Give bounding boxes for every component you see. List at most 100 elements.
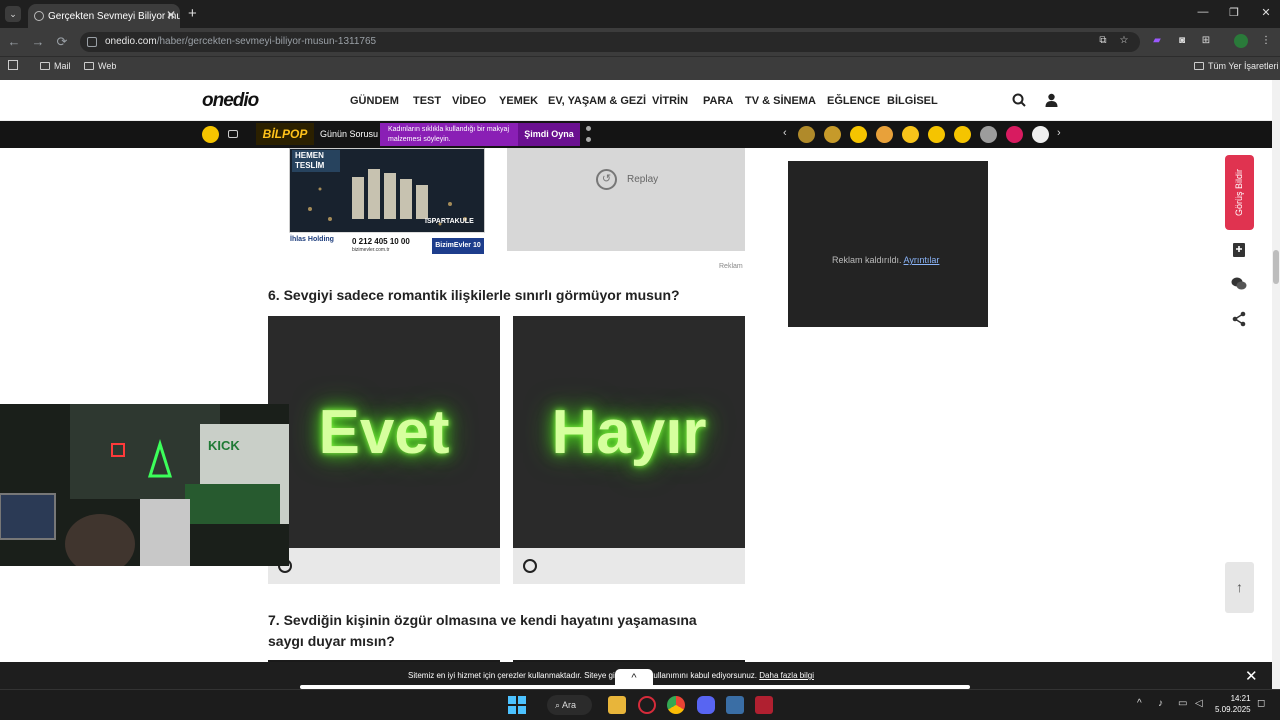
emoji-face-icon[interactable] xyxy=(202,126,219,143)
comments-icon[interactable] xyxy=(1231,276,1247,292)
ad-hemen-teslim: HEMEN TESLİM xyxy=(292,150,340,172)
emoji-reaction-icon[interactable] xyxy=(980,126,997,143)
browser-menu-icon[interactable]: ⋮ xyxy=(1259,34,1273,48)
bookmark-add-icon[interactable] xyxy=(1231,242,1247,258)
option-hayir[interactable]: Hayır xyxy=(513,316,745,584)
network-icon[interactable]: ▭ xyxy=(1178,698,1187,709)
taskbar-clock[interactable]: 14:21 5.09.2025 xyxy=(1215,693,1251,715)
emoji-reaction-icon[interactable] xyxy=(1032,126,1049,143)
bookmark-label: Web xyxy=(98,61,117,71)
forward-button[interactable]: → xyxy=(31,34,45,49)
clock-date: 5.09.2025 xyxy=(1215,705,1251,714)
tab-title: Gerçekten Sevmeyi Biliyor musu xyxy=(48,10,180,22)
notification-icon[interactable]: ◻ xyxy=(1257,698,1265,709)
nav-video[interactable]: VİDEO xyxy=(452,95,486,107)
emoji-reaction-icon[interactable] xyxy=(1006,126,1023,143)
emoji-reaction-icon[interactable] xyxy=(928,126,945,143)
video-replay-box[interactable] xyxy=(507,148,745,251)
nav-gundem[interactable]: GÜNDEM xyxy=(350,95,399,107)
emoji-reaction-icon[interactable] xyxy=(954,126,971,143)
emoji-reaction-icon[interactable] xyxy=(798,126,815,143)
all-bookmarks-button[interactable]: Tüm Yer İşaretleri xyxy=(1194,61,1279,71)
daily-question-text[interactable]: Kadınların sıklıkla kullandığı bir makya… xyxy=(380,123,518,146)
windows-start-icon[interactable] xyxy=(508,696,526,714)
replay-icon[interactable]: ↺ xyxy=(596,169,617,190)
nav-ev-yasam-gezi[interactable]: EV, YAŞAM & GEZİ xyxy=(548,95,646,107)
ad-brand-logo: BizimEvler 10 xyxy=(432,238,484,254)
tab-close-icon[interactable]: ✕ xyxy=(166,8,176,22)
ad-details-link[interactable]: Ayrıntılar xyxy=(904,255,940,265)
nav-eglence[interactable]: EĞLENCE xyxy=(827,95,880,107)
emoji-reaction-icon[interactable] xyxy=(876,126,893,143)
back-button[interactable]: ← xyxy=(7,34,21,49)
ad-removed-text: Reklam kaldırıldı. Ayrıntılar xyxy=(832,255,939,265)
radio-button[interactable] xyxy=(523,559,537,573)
bookmark-label: Tüm Yer İşaretleri xyxy=(1208,61,1279,71)
volume-icon[interactable]: ◁ xyxy=(1195,698,1203,709)
emoji-reaction-icon[interactable] xyxy=(850,126,867,143)
replay-label[interactable]: Replay xyxy=(627,174,658,185)
nav-tv-sinema[interactable]: TV & SİNEMA xyxy=(745,95,816,107)
option-image[interactable]: Hayır xyxy=(513,316,745,548)
reload-button[interactable]: ⟳ xyxy=(55,34,69,50)
tray-overflow-icon[interactable]: ^ xyxy=(1137,698,1142,709)
bilpop-game-bar xyxy=(0,121,1272,148)
folder-icon xyxy=(1194,62,1204,70)
nav-para[interactable]: PARA xyxy=(703,95,733,107)
url-path: /haber/gercekten-sevmeyi-biliyor-musun-1… xyxy=(156,36,377,47)
svg-text:KICK: KICK xyxy=(208,438,240,453)
page-scrollbar[interactable] xyxy=(1272,80,1280,689)
url-text[interactable]: onedio.com/haber/gercekten-sevmeyi-biliy… xyxy=(105,36,376,47)
nav-test[interactable]: TEST xyxy=(413,95,441,107)
nav-bilgisel[interactable]: BİLGİSEL xyxy=(887,95,938,107)
taskbar-search[interactable]: ⌕ Ara xyxy=(547,695,592,715)
maximize-button[interactable]: ❐ xyxy=(1226,6,1242,19)
scrollbar-thumb[interactable] xyxy=(1273,250,1279,284)
apps-grid-icon[interactable] xyxy=(8,60,18,70)
discord-icon[interactable] xyxy=(697,696,715,714)
app-icon[interactable] xyxy=(726,696,744,714)
feedback-button[interactable]: Görüş Bildir xyxy=(1225,155,1254,230)
question-7-title: 7. Sevdiğin kişinin özgür olmasına ve ke… xyxy=(268,612,697,649)
dot-icon xyxy=(586,137,591,142)
site-logo[interactable]: onedio xyxy=(202,90,259,112)
camera-extension-icon[interactable]: ◙ xyxy=(1175,34,1189,48)
option-image[interactable]: Evet xyxy=(268,316,500,548)
emoji-reaction-icon[interactable] xyxy=(824,126,841,143)
install-app-icon[interactable]: ⧉ xyxy=(1096,34,1110,48)
bookmark-web[interactable]: Web xyxy=(84,61,116,71)
profile-avatar-icon[interactable] xyxy=(1234,34,1248,48)
emoji-prev-button[interactable]: ‹ xyxy=(783,127,787,139)
cookie-close-icon[interactable]: ✕ xyxy=(1245,667,1258,685)
tab-list-button[interactable]: ⌄ xyxy=(5,6,21,22)
minimize-button[interactable]: — xyxy=(1195,6,1211,18)
nav-vitrin[interactable]: VİTRİN xyxy=(652,95,688,107)
play-now-button[interactable]: Şimdi Oyna xyxy=(518,123,580,146)
site-info-icon[interactable] xyxy=(87,37,97,47)
nav-yemek[interactable]: YEMEK xyxy=(499,95,538,107)
browser-tab[interactable]: Gerçekten Sevmeyi Biliyor musu ✕ xyxy=(28,4,180,28)
emoji-next-button[interactable]: › xyxy=(1057,127,1061,139)
gamepad-icon[interactable] xyxy=(228,130,238,138)
search-icon[interactable] xyxy=(1012,93,1026,107)
emoji-reaction-icon[interactable] xyxy=(902,126,919,143)
close-window-button[interactable]: ✕ xyxy=(1258,6,1274,19)
microphone-icon[interactable]: ♪ xyxy=(1158,698,1163,709)
bookmark-star-icon[interactable]: ☆ xyxy=(1117,34,1131,48)
share-icon[interactable] xyxy=(1231,311,1247,327)
cookie-text: Sitemiz en iyi hizmet için çerezler kull… xyxy=(408,671,814,680)
option-evet[interactable]: Evet xyxy=(268,316,500,584)
user-icon[interactable] xyxy=(1045,93,1058,107)
cookie-more-info-link[interactable]: Daha fazla bilgi xyxy=(759,671,814,680)
new-tab-button[interactable]: + xyxy=(188,5,197,22)
bookmark-mail[interactable]: Mail xyxy=(40,61,71,71)
extension-7tv-icon[interactable]: ▰ xyxy=(1150,34,1164,48)
extensions-puzzle-icon[interactable]: ⊞ xyxy=(1199,34,1213,48)
file-explorer-icon[interactable] xyxy=(608,696,626,714)
chrome-icon[interactable] xyxy=(667,696,685,714)
bilpop-logo[interactable]: BİLPOP xyxy=(256,123,314,145)
opera-icon[interactable] xyxy=(638,696,656,714)
folder-icon xyxy=(84,62,94,70)
streaming-app-icon[interactable] xyxy=(755,696,773,714)
scroll-to-top-button[interactable]: ↑ xyxy=(1225,562,1254,613)
